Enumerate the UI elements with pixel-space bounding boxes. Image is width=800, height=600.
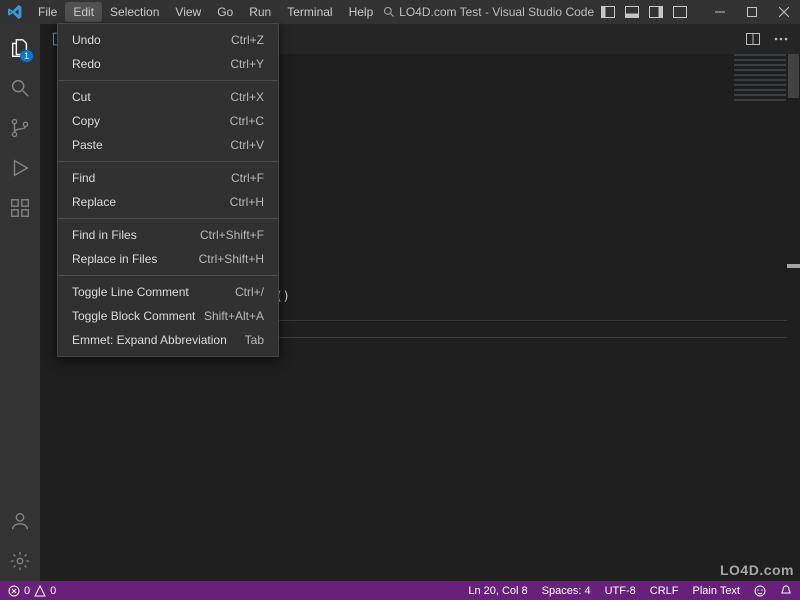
menu-run[interactable]: Run	[241, 2, 279, 22]
branch-icon	[9, 117, 31, 139]
scrollbar-mark	[787, 264, 800, 268]
status-spaces[interactable]: Spaces: 4	[542, 585, 591, 597]
status-encoding[interactable]: UTF-8	[605, 585, 636, 597]
activity-bar: 1	[0, 24, 40, 581]
menu-edit[interactable]: Edit	[65, 2, 102, 22]
layout-panel-icon[interactable]	[620, 0, 644, 24]
menu-item-shortcut: Ctrl+Y	[230, 56, 264, 72]
layout-primary-sidebar-icon[interactable]	[596, 0, 620, 24]
menu-go[interactable]: Go	[209, 2, 241, 22]
menu-item-label: Redo	[72, 56, 101, 72]
minimap[interactable]	[734, 54, 786, 102]
activity-search[interactable]	[0, 68, 40, 108]
menubar: FileEditSelectionViewGoRunTerminalHelp	[30, 2, 381, 22]
menu-item-find-in-files[interactable]: Find in Files Ctrl+Shift+F	[58, 223, 278, 247]
menu-item-label: Copy	[72, 113, 100, 129]
menu-item-label: Cut	[72, 89, 91, 105]
split-editor-icon[interactable]	[742, 33, 764, 45]
menu-item-label: Find in Files	[72, 227, 137, 243]
menu-item-shortcut: Ctrl+V	[230, 137, 264, 153]
menu-separator	[58, 161, 278, 162]
menu-item-paste[interactable]: Paste Ctrl+V	[58, 133, 278, 157]
menu-item-shortcut: Ctrl+Shift+H	[199, 251, 264, 267]
status-cursor[interactable]: Ln 20, Col 8	[468, 585, 527, 597]
app-logo	[6, 3, 24, 21]
layout-buttons	[596, 0, 692, 24]
menu-separator	[58, 218, 278, 219]
menu-item-cut[interactable]: Cut Ctrl+X	[58, 85, 278, 109]
menu-item-label: Replace in Files	[72, 251, 157, 267]
vertical-scrollbar[interactable]	[787, 54, 800, 581]
gear-icon	[9, 550, 31, 572]
menu-item-replace-in-files[interactable]: Replace in Files Ctrl+Shift+H	[58, 247, 278, 271]
watermark: LO4D.com	[720, 562, 794, 578]
window-controls	[704, 0, 800, 24]
edit-menu-dropdown[interactable]: Undo Ctrl+Z Redo Ctrl+Y Cut Ctrl+X Copy Ctrl+C P…	[57, 23, 279, 357]
activity-accounts[interactable]	[0, 501, 40, 541]
menu-item-shortcut: Ctrl+Z	[231, 32, 264, 48]
status-feedback-icon[interactable]	[754, 585, 766, 597]
menu-item-toggle-block-comment[interactable]: Toggle Block Comment Shift+Alt+A	[58, 304, 278, 328]
error-icon	[8, 585, 20, 597]
menu-item-shortcut: Ctrl+F	[231, 170, 264, 186]
menu-item-shortcut: Ctrl+C	[230, 113, 264, 129]
extensions-icon	[9, 197, 31, 219]
menu-item-copy[interactable]: Copy Ctrl+C	[58, 109, 278, 133]
activity-source-control[interactable]	[0, 108, 40, 148]
menu-item-shortcut: Ctrl+Shift+F	[200, 227, 264, 243]
menu-item-label: Emmet: Expand Abbreviation	[72, 332, 227, 348]
more-actions-icon[interactable]	[770, 37, 792, 41]
search-icon	[9, 77, 31, 99]
explorer-badge: 1	[20, 50, 33, 62]
menu-file[interactable]: File	[30, 2, 65, 22]
status-warnings-count: 0	[50, 585, 56, 597]
status-eol[interactable]: CRLF	[650, 585, 679, 597]
play-icon	[9, 157, 31, 179]
menu-separator	[58, 275, 278, 276]
activity-extensions[interactable]	[0, 188, 40, 228]
scrollbar-thumb[interactable]	[788, 54, 799, 98]
menu-item-toggle-line-comment[interactable]: Toggle Line Comment Ctrl+/	[58, 280, 278, 304]
title-bar: FileEditSelectionViewGoRunTerminalHelp L…	[0, 0, 800, 24]
title-text: LO4D.com Test - Visual Studio Code	[399, 5, 594, 19]
maximize-button[interactable]	[736, 0, 768, 24]
close-button[interactable]	[768, 0, 800, 24]
menu-item-shortcut: Ctrl+X	[230, 89, 264, 105]
status-bell-icon[interactable]	[780, 585, 792, 597]
menu-item-undo[interactable]: Undo Ctrl+Z	[58, 28, 278, 52]
menu-help[interactable]: Help	[341, 2, 382, 22]
search-icon	[383, 6, 395, 18]
menu-item-replace[interactable]: Replace Ctrl+H	[58, 190, 278, 214]
layout-customize-icon[interactable]	[668, 0, 692, 24]
menu-view[interactable]: View	[167, 2, 209, 22]
activity-explorer[interactable]: 1	[0, 28, 40, 68]
warning-icon	[34, 585, 46, 597]
menu-separator	[58, 80, 278, 81]
status-bar: 0 0 Ln 20, Col 8 Spaces: 4 UTF-8 CRLF Pl…	[0, 581, 800, 600]
menu-item-label: Toggle Line Comment	[72, 284, 189, 300]
status-problems[interactable]: 0 0	[8, 585, 56, 597]
menu-selection[interactable]: Selection	[102, 2, 167, 22]
menu-item-label: Undo	[72, 32, 101, 48]
account-icon	[9, 510, 31, 532]
menu-item-shortcut: Ctrl+/	[235, 284, 264, 300]
status-errors-count: 0	[24, 585, 30, 597]
activity-run-debug[interactable]	[0, 148, 40, 188]
menu-item-label: Replace	[72, 194, 116, 210]
menu-item-label: Paste	[72, 137, 103, 153]
minimize-button[interactable]	[704, 0, 736, 24]
menu-item-label: Find	[72, 170, 95, 186]
layout-secondary-sidebar-icon[interactable]	[644, 0, 668, 24]
status-language[interactable]: Plain Text	[693, 585, 741, 597]
menu-item-find[interactable]: Find Ctrl+F	[58, 166, 278, 190]
menu-item-shortcut: Ctrl+H	[230, 194, 264, 210]
activity-settings[interactable]	[0, 541, 40, 581]
menu-terminal[interactable]: Terminal	[279, 2, 340, 22]
menu-item-redo[interactable]: Redo Ctrl+Y	[58, 52, 278, 76]
menu-item-shortcut: Shift+Alt+A	[204, 308, 264, 324]
menu-item-label: Toggle Block Comment	[72, 308, 195, 324]
menu-item-shortcut: Tab	[245, 332, 264, 348]
menu-item-emmet-expand-abbreviation[interactable]: Emmet: Expand Abbreviation Tab	[58, 328, 278, 352]
window-title: LO4D.com Test - Visual Studio Code	[381, 5, 596, 19]
